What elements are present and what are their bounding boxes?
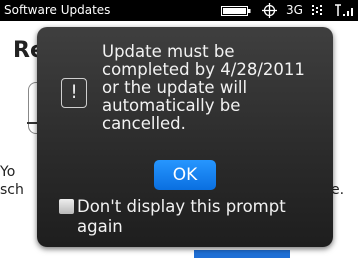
background-field-mark <box>27 122 37 124</box>
signal-icon <box>335 4 353 16</box>
background-button-edge <box>194 250 290 258</box>
status-title: Software Updates <box>4 3 111 17</box>
ok-button[interactable]: OK <box>154 160 216 190</box>
dont-display-label[interactable]: Don't display this prompt again <box>77 197 317 237</box>
alert-icon: ! <box>61 78 87 108</box>
network-type: 3G <box>286 3 303 17</box>
crosshair-icon <box>262 3 277 18</box>
dont-display-checkbox[interactable] <box>59 199 74 214</box>
background-text-line-2: sch <box>0 182 24 198</box>
status-bar: Software Updates 3G <box>0 0 358 21</box>
transfer-icon <box>312 5 322 15</box>
battery-icon <box>221 6 251 16</box>
background-text-line-1: Yo <box>0 164 16 180</box>
update-prompt-dialog: ! Update must be completed by 4/28/2011 … <box>37 27 333 247</box>
dialog-message: Update must be completed by 4/28/2011 or… <box>102 42 305 133</box>
